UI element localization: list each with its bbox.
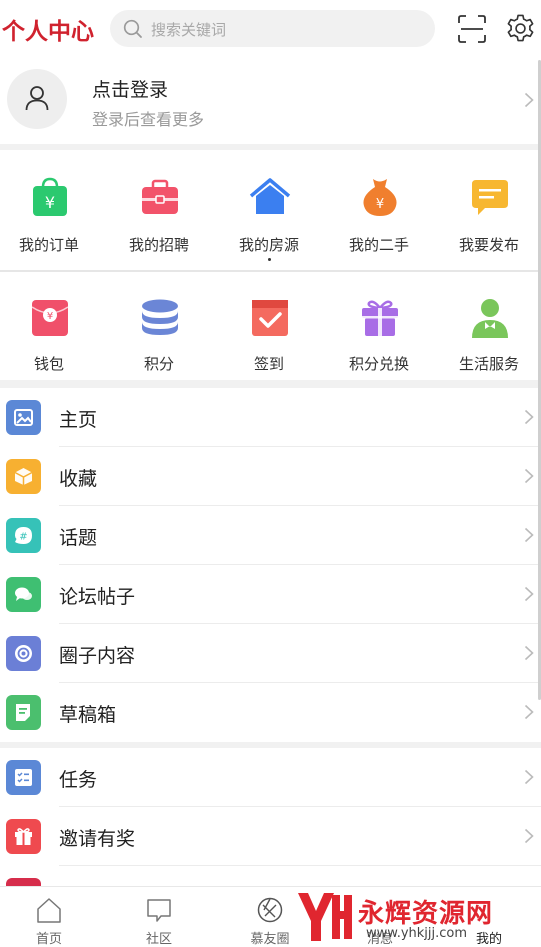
image-icon: [6, 400, 41, 435]
box-icon: [6, 459, 41, 494]
watermark-url: www.yhkjjj.com: [366, 926, 468, 941]
menu-item-forum-posts[interactable]: 论坛帖子: [0, 565, 541, 624]
menu-label: 邀请有奖: [59, 828, 136, 850]
search-input[interactable]: 搜索关键词: [110, 10, 435, 47]
watermark: 永辉资源网 www.yhkjjj.com: [296, 889, 526, 947]
chevron-right-icon: [524, 92, 534, 108]
menu-label: 主页: [59, 409, 98, 431]
gift-icon: [6, 819, 41, 854]
grid-label: 我的订单: [18, 236, 79, 254]
tab-community[interactable]: 社区: [107, 887, 215, 947]
gear-icon[interactable]: [505, 13, 536, 44]
avatar[interactable]: [7, 69, 67, 129]
menu-label: 草稿箱: [59, 704, 117, 726]
search-icon: [123, 19, 142, 38]
grid-label: 我的二手: [348, 236, 409, 254]
grid-item-my-orders[interactable]: ¥ 我的订单: [0, 150, 103, 270]
chat-icon: [6, 577, 41, 612]
menu-item-invite-rewards[interactable]: 邀请有奖: [0, 807, 541, 866]
briefcase-icon: [142, 179, 178, 214]
menu-item-tasks[interactable]: 任务: [0, 748, 541, 807]
login-card[interactable]: 点击登录 登录后查看更多: [0, 58, 541, 144]
svg-text:#: #: [19, 532, 27, 543]
menu-label: 圈子内容: [59, 645, 136, 667]
chevron-right-icon: [524, 409, 534, 425]
chevron-right-icon: [524, 468, 534, 484]
quick-actions-row-2: ¥ 钱包 积分 签到 积分兑换 生活服务: [0, 272, 541, 380]
grid-label: 我的招聘: [128, 236, 189, 254]
grid-label: 签到: [253, 355, 284, 373]
svg-text:¥: ¥: [47, 311, 53, 322]
grid-label: 生活服务: [458, 355, 519, 373]
coin-stack-icon: [142, 299, 178, 335]
watermark-logo-icon: [298, 893, 352, 941]
task-list-icon: [6, 760, 41, 795]
menu-item-drafts[interactable]: 草稿箱: [0, 683, 541, 742]
divider: [0, 380, 541, 388]
scan-icon[interactable]: [457, 14, 487, 44]
menu-label: 话题: [59, 527, 98, 549]
grid-item-points[interactable]: 积分: [105, 272, 213, 380]
login-title[interactable]: 点击登录: [92, 75, 168, 102]
page-indicator-dot: [268, 258, 271, 261]
page-title: 个人中心: [2, 18, 94, 45]
grid-label: 积分: [143, 355, 174, 373]
user-icon: [25, 86, 49, 111]
grid-label: 钱包: [33, 355, 64, 373]
chevron-right-icon: [524, 586, 534, 602]
grid-item-my-housing[interactable]: 我的房源: [215, 150, 323, 270]
check-in-icon: [252, 300, 288, 336]
draft-icon: [6, 695, 41, 730]
chevron-right-icon: [524, 769, 534, 785]
menu-label: 收藏: [59, 468, 98, 490]
message-icon: [472, 180, 508, 215]
grid-label: 我的房源: [238, 236, 299, 254]
menu-item-partial[interactable]: [0, 866, 541, 886]
shopping-bag-icon: ¥: [33, 177, 67, 216]
svg-text:¥: ¥: [45, 193, 55, 212]
watermark-text: 永辉资源网: [358, 899, 494, 929]
gift-icon: [362, 300, 398, 336]
top-bar: 个人中心 搜索关键词: [0, 0, 541, 58]
menu-item-circle-content[interactable]: 圈子内容: [0, 624, 541, 683]
grid-item-publish[interactable]: 我要发布: [435, 150, 541, 270]
grid-item-wallet[interactable]: ¥ 钱包: [0, 272, 103, 380]
tab-label: 社区: [145, 932, 172, 947]
menu-label: 任务: [59, 769, 98, 791]
chevron-right-icon: [524, 828, 534, 844]
grid-item-my-secondhand[interactable]: ¥ 我的二手: [325, 150, 433, 270]
svg-text:¥: ¥: [376, 197, 384, 212]
grid-item-life-service[interactable]: 生活服务: [435, 272, 541, 380]
grid-item-points-exchange[interactable]: 积分兑换: [325, 272, 433, 380]
community-icon: [147, 899, 171, 922]
tab-home[interactable]: 首页: [0, 887, 105, 947]
menu-icon-partial: [6, 878, 41, 886]
menu-label: 论坛帖子: [59, 586, 136, 608]
grid-item-check-in[interactable]: 签到: [215, 272, 323, 380]
chevron-right-icon: [524, 527, 534, 543]
service-person-icon: [472, 299, 508, 338]
menu-item-home[interactable]: 主页: [0, 388, 541, 447]
friends-circle-icon: [257, 897, 283, 923]
grid-label: 积分兑换: [348, 355, 409, 373]
login-subtitle: 登录后查看更多: [92, 110, 205, 129]
chevron-right-icon: [524, 704, 534, 720]
quick-actions-row-1: ¥ 我的订单 我的招聘 我的房源 ¥ 我的二手 我要发布: [0, 150, 541, 270]
search-placeholder: 搜索关键词: [151, 21, 227, 39]
red-packet-icon: ¥: [31, 300, 69, 336]
circle-icon: [6, 636, 41, 671]
home-icon: [37, 898, 61, 923]
grid-item-my-recruit[interactable]: 我的招聘: [105, 150, 213, 270]
hashtag-icon: #: [6, 518, 41, 553]
chevron-right-icon: [524, 645, 534, 661]
menu-item-topics[interactable]: # 话题: [0, 506, 541, 565]
money-bag-icon: ¥: [363, 179, 397, 216]
house-icon: [249, 178, 291, 214]
menu-item-favorites[interactable]: 收藏: [0, 447, 541, 506]
tab-label: 首页: [35, 932, 62, 947]
grid-label: 我要发布: [458, 236, 519, 254]
